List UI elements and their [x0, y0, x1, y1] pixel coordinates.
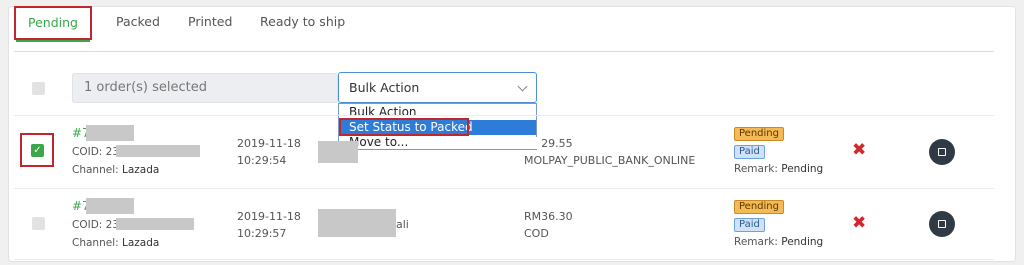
order-amount-2: RM36.30 COD	[524, 210, 573, 240]
status-badge-2: Pending	[734, 200, 784, 214]
row-divider	[14, 259, 994, 260]
order-amount-1: RM29.55 MOLPAY_PUBLIC_BANK_ONLINE	[524, 137, 696, 167]
bulk-action-value: Bulk Action	[349, 80, 420, 95]
payment-badge-2: Paid	[734, 218, 765, 232]
close-icon[interactable]: ✖	[852, 142, 866, 159]
printer-icon[interactable]	[929, 211, 955, 237]
option-move-to[interactable]: Move to...	[339, 135, 536, 150]
redacted-coid	[116, 145, 200, 157]
tab-packed[interactable]: Packed	[116, 14, 160, 29]
redacted-customer	[318, 141, 358, 163]
printer-icon[interactable]	[929, 139, 955, 165]
payment-badge-1: Paid	[734, 145, 765, 159]
tabs-divider	[14, 51, 994, 52]
order-date-1: 2019-11-18 10:29:54	[237, 137, 301, 167]
close-icon[interactable]: ✖	[852, 215, 866, 232]
redacted-order-id	[86, 125, 134, 141]
selected-count-field: 1 order(s) selected	[72, 73, 338, 103]
select-all-checkbox[interactable]	[32, 82, 45, 95]
highlight-annotation	[339, 118, 469, 136]
order-checkbox-2[interactable]	[32, 217, 45, 230]
order-date-2: 2019-11-18 10:29:57	[237, 210, 301, 240]
order-channel-1: Channel: Lazada	[72, 164, 160, 176]
tab-printed[interactable]: Printed	[188, 14, 232, 29]
order-customer-2: ali	[396, 218, 409, 231]
bulk-action-select[interactable]: Bulk Action	[338, 72, 537, 103]
tab-ready-to-ship[interactable]: Ready to ship	[260, 14, 345, 29]
remark-2: Remark: Pending	[734, 236, 824, 248]
status-badge-1: Pending	[734, 127, 784, 141]
order-coid-1: COID: 23	[72, 146, 120, 158]
row-divider	[14, 115, 994, 116]
dropdown-overlap-mask	[524, 137, 542, 149]
order-coid-2: COID: 23	[72, 219, 120, 231]
remark-1: Remark: Pending	[734, 163, 824, 175]
redacted-coid	[116, 218, 194, 230]
redacted-customer	[318, 209, 396, 237]
tab-pending-underline	[16, 40, 90, 42]
order-channel-2: Channel: Lazada	[72, 237, 160, 249]
chevron-down-icon	[517, 81, 528, 92]
tab-pending[interactable]: Pending	[14, 6, 92, 40]
row-divider	[14, 188, 994, 189]
redacted-order-id	[86, 198, 134, 214]
order-checkbox-1[interactable]: ✓	[31, 144, 44, 157]
